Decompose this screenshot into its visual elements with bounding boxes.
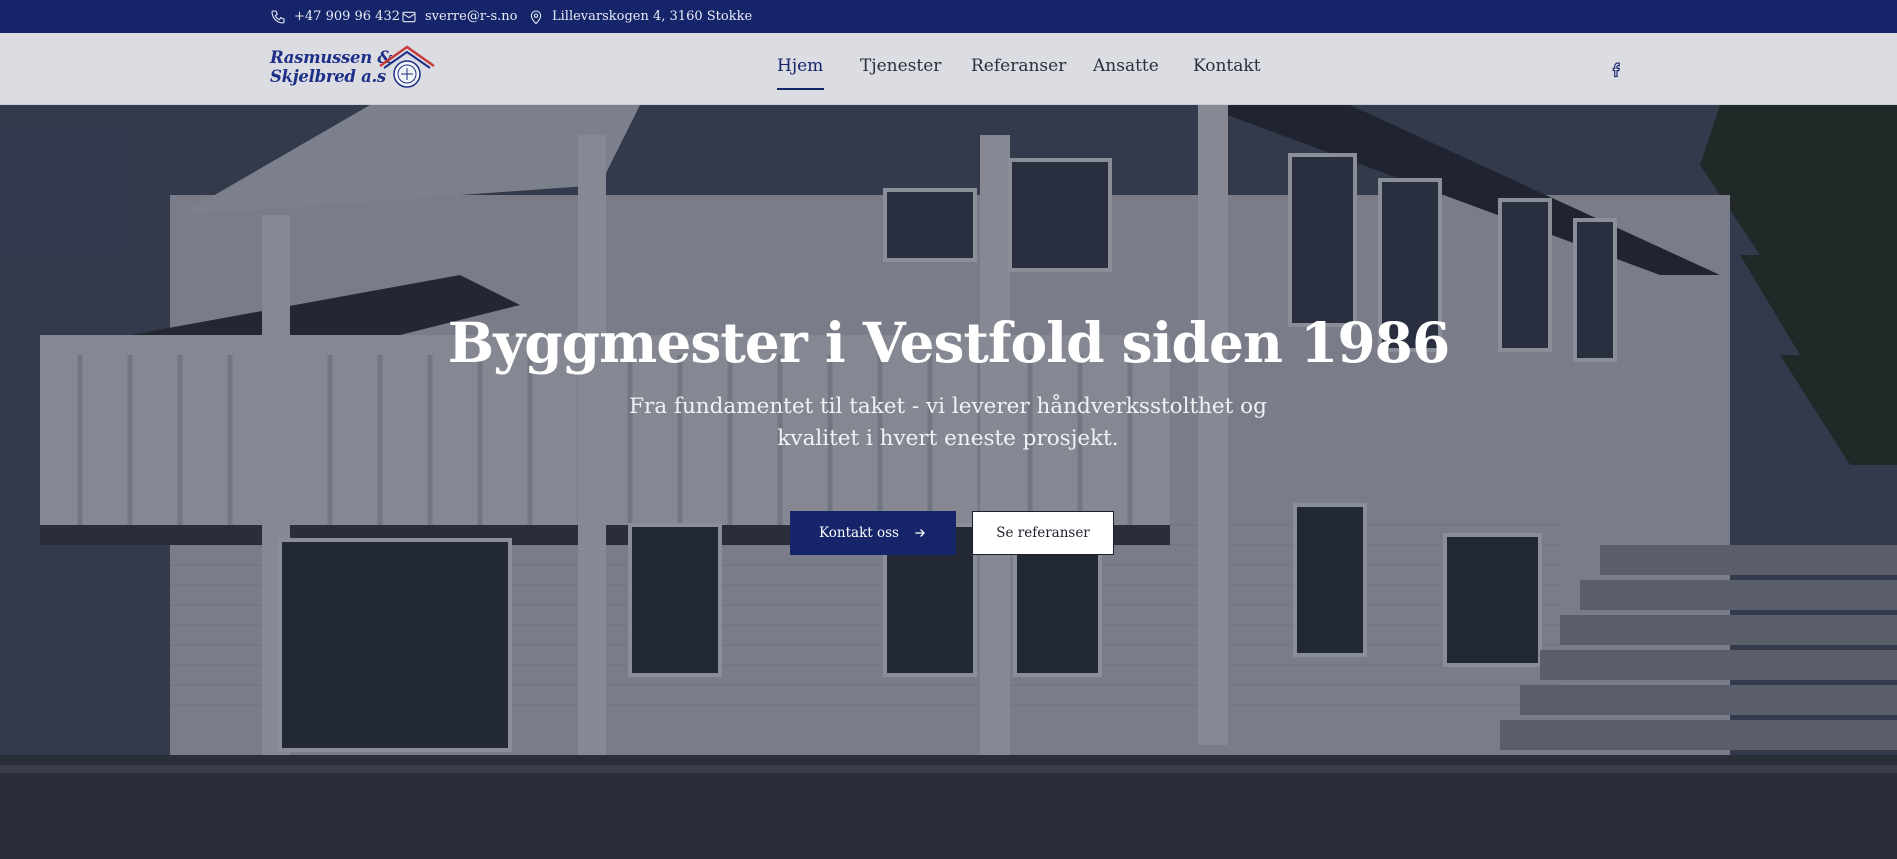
email-address: sverre@r-s.no [425, 9, 518, 24]
contact-address[interactable]: Lillevarskogen 4, 3160 Stokke [528, 0, 752, 33]
street-address: Lillevarskogen 4, 3160 Stokke [552, 9, 753, 24]
see-references-label: Se referanser [996, 525, 1090, 541]
nav-item-tjenester[interactable]: Tjenester [860, 56, 941, 76]
nav-item-hjem[interactable]: Hjem [777, 56, 823, 76]
phone-icon [271, 9, 285, 24]
map-pin-icon [530, 10, 542, 24]
nav-item-ansatte[interactable]: Ansatte [1093, 56, 1159, 76]
nav-item-referanser[interactable]: Referanser [971, 56, 1066, 76]
hero-section: Byggmester i Vestfold siden 1986 Fra fun… [0, 105, 1897, 859]
house-emblem-icon [379, 45, 435, 88]
top-info-bar: +47 909 96 432 sverre@r-s.no Lillevarsko… [0, 0, 1897, 33]
contact-us-button[interactable]: Kontakt oss [790, 511, 956, 555]
phone-number: +47 909 96 432 [294, 9, 400, 24]
active-nav-indicator [777, 88, 824, 90]
logo-text: Rasmussen & Skjelbred a.s [270, 48, 392, 86]
mail-icon [402, 11, 416, 22]
arrow-right-icon [915, 529, 925, 537]
nav-item-kontakt[interactable]: Kontakt [1193, 56, 1261, 76]
logo-line-1: Rasmussen & [270, 48, 392, 67]
logo-line-2: Skjelbred a.s [270, 67, 386, 86]
contact-phone[interactable]: +47 909 96 432 [270, 0, 400, 33]
contact-us-label: Kontakt oss [819, 525, 899, 541]
contact-email[interactable]: sverre@r-s.no [401, 0, 517, 33]
hero-dark-overlay [0, 105, 1897, 859]
hero-title: Byggmester i Vestfold siden 1986 [447, 310, 1450, 375]
facebook-icon[interactable] [1608, 58, 1626, 80]
see-references-button[interactable]: Se referanser [972, 511, 1114, 555]
hero-subtitle: Fra fundamentet til taket - vi leverer h… [629, 394, 1267, 451]
company-logo[interactable]: Rasmussen & Skjelbred a.s [270, 43, 440, 93]
